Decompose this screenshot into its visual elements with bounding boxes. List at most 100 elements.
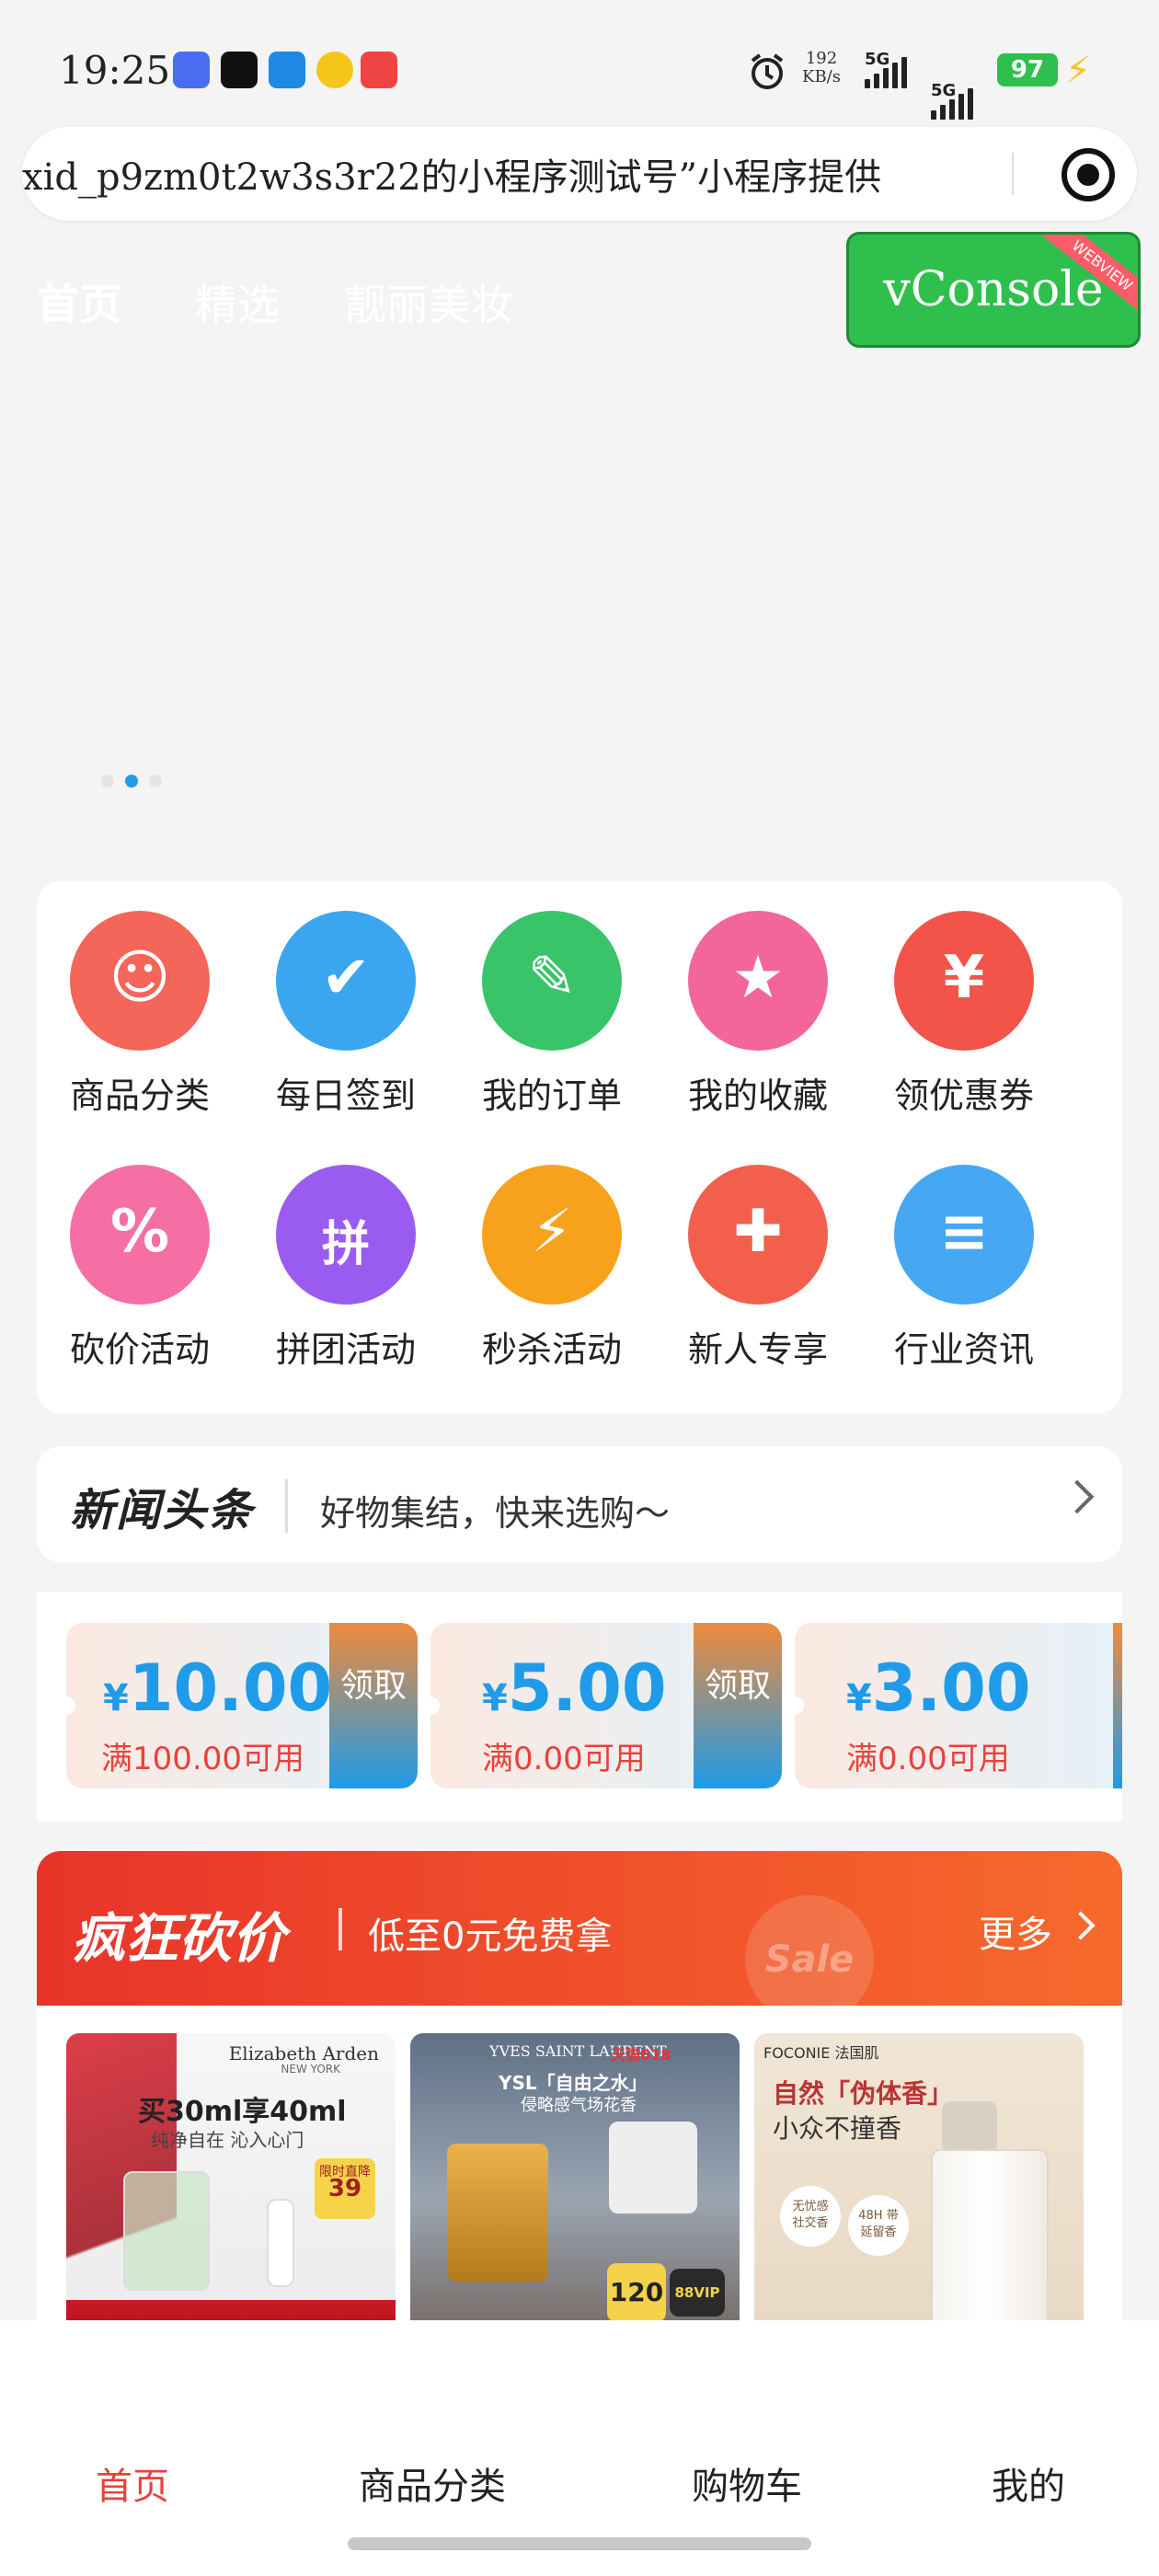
calendar-check-icon: ✔ [276, 911, 416, 1051]
yellow-app-icon [316, 52, 353, 88]
coupon-amount: ¥3.00 [846, 1650, 1031, 1726]
product-card[interactable]: Elizabeth Arden NEW YORK 买30ml享40ml 纯净自在… [66, 2033, 396, 2364]
coupon-value: 10.00 [128, 1650, 333, 1726]
product-headline: 自然「伪体香」 [773, 2078, 954, 2109]
coupon-value: 3.00 [871, 1650, 1031, 1726]
news-ticker[interactable]: 新闻头条 好物集结，快来选购〜 [37, 1446, 1122, 1562]
perfume-vial-image [267, 2199, 294, 2287]
coupon-card[interactable]: ¥5.00 满0.00可用 领取 [430, 1623, 782, 1788]
nav-glyph: ✎ [527, 944, 577, 1012]
tab-bar-category[interactable]: 商品分类 [359, 2456, 506, 2510]
product-card[interactable]: YVES SAINT LAURENT 天猫618 YSL「自由之水」 侵略感气场… [410, 2033, 740, 2364]
flash-clock-icon: ⚡ [482, 1165, 622, 1305]
coupon-notch [430, 1696, 440, 1715]
news-divider [285, 1479, 288, 1533]
nav-label: 商品分类 [69, 1075, 210, 1116]
bargain-title: 疯狂砍价 [72, 1907, 286, 1970]
claim-coupon-button[interactable]: 领取 [1113, 1623, 1122, 1788]
perfume-bottle-image [447, 2144, 548, 2282]
tab-bar-cart[interactable]: 购物车 [692, 2456, 802, 2510]
nav-glyph: ⚡ [531, 1198, 573, 1266]
tab-beauty[interactable]: 靓丽美妆 [344, 271, 513, 332]
tmall-tag: 天猫618 [611, 2046, 671, 2064]
more-link[interactable]: 更多 [979, 1904, 1052, 1958]
nav-item-orders[interactable]: ✎ 我的订单 [449, 911, 655, 1118]
nav-item-category[interactable]: ☺ 商品分类 [37, 911, 243, 1118]
coupon-card[interactable]: ¥3.00 满0.00可用 领取 [795, 1623, 1122, 1788]
vivo-icon [173, 52, 210, 88]
nav-label: 我的收藏 [687, 1075, 828, 1116]
nav-glyph: % [109, 1198, 170, 1266]
product-tagline: 纯净自在 沁入心门 [151, 2129, 304, 2151]
gift-box-image [609, 2122, 697, 2214]
coupon-amount: ¥10.00 [103, 1650, 332, 1726]
vconsole-button[interactable]: WEBVIEW vConsole [846, 232, 1141, 348]
bottle-cap-image [942, 2101, 997, 2153]
product-brand: Elizabeth Arden [228, 2042, 379, 2064]
banner-dot[interactable] [149, 775, 162, 788]
chevron-right-icon[interactable] [1066, 1911, 1096, 1940]
record-button-icon[interactable] [1061, 148, 1115, 201]
banner-pagination [101, 775, 162, 788]
order-receipt-icon: ✎ [482, 911, 622, 1051]
nav-item-favorites[interactable]: ★ 我的收藏 [655, 911, 861, 1118]
coupon-value: 5.00 [507, 1650, 667, 1726]
nav-item-groupbuy[interactable]: 拼 拼团活动 [243, 1165, 449, 1372]
charging-icon: ⚡ [1065, 50, 1092, 92]
nav-item-news[interactable]: ≡ 行业资讯 [861, 1165, 1067, 1372]
address-bar[interactable]: xid_p9zm0t2w3s3r22的小程序测试号”小程序提供 [22, 127, 1137, 221]
nav-item-coupons[interactable]: ¥ 领优惠券 [861, 911, 1067, 1118]
tab-featured[interactable]: 精选 [195, 271, 280, 332]
banner-dot-active[interactable] [125, 775, 138, 788]
bargain-divider [339, 1908, 342, 1950]
news-logo: 新闻头条 [70, 1485, 255, 1536]
sale-badge: Sale [745, 1895, 874, 2024]
vip-badge: 88VIP [670, 2269, 725, 2317]
banner-dot[interactable] [101, 775, 114, 788]
signal-icon-2: 5G [931, 81, 1159, 120]
currency-symbol: ¥ [482, 1677, 508, 1719]
product-brand-sub: NEW YORK [281, 2063, 340, 2076]
claim-coupon-button[interactable]: 领取 [329, 1623, 418, 1788]
discount-percent-icon: % [70, 1165, 210, 1305]
nav-item-newuser[interactable]: ✚ 新人专享 [655, 1165, 861, 1372]
address-divider [1012, 153, 1014, 195]
gift-box-icon: ✚ [688, 1165, 828, 1305]
nav-glyph: ✚ [733, 1198, 783, 1266]
nav-item-flashsale[interactable]: ⚡ 秒杀活动 [449, 1165, 655, 1372]
product-card[interactable]: FOCONIE 法国肌 自然「伪体香」 小众不撞香 无忧感 社交香 48H 带延… [754, 2033, 1084, 2364]
claim-coupon-button[interactable]: 领取 [694, 1623, 782, 1788]
battery-indicator: 97 [997, 53, 1058, 86]
coupon-card[interactable]: ¥10.00 满100.00可用 领取 [66, 1623, 418, 1788]
nav-label: 拼团活动 [275, 1329, 416, 1370]
nav-item-bargain[interactable]: % 砍价活动 [37, 1165, 243, 1372]
product-tagline: 侵略感气场花香 [521, 2096, 637, 2115]
product-brand: FOCONIE 法国肌 [763, 2044, 879, 2062]
coupon-yen-icon: ¥ [894, 911, 1034, 1051]
tab-home[interactable]: 首页 [37, 271, 121, 332]
feature-badge: 48H 带延留香 [848, 2195, 909, 2256]
perfume-bottle-image [931, 2149, 1049, 2333]
currency-symbol: ¥ [103, 1677, 129, 1719]
product-tagline: 小众不撞香 [773, 2113, 902, 2144]
nav-glyph: 拼 [321, 1217, 370, 1272]
tiktok-icon [221, 52, 258, 88]
alarm-icon [747, 46, 787, 98]
speed-value: 192 [805, 49, 838, 68]
nav-label: 行业资讯 [893, 1329, 1034, 1370]
group-buy-bag-icon: 拼 [276, 1165, 416, 1305]
price-tag: 限时直降 39 [315, 2158, 375, 2219]
tab-bar-profile[interactable]: 我的 [992, 2456, 1065, 2510]
price-badge: 120 [607, 2263, 666, 2322]
nav-label: 秒杀活动 [481, 1329, 622, 1370]
nav-item-checkin[interactable]: ✔ 每日签到 [243, 911, 449, 1118]
coupon-notch [795, 1696, 804, 1715]
tab-bar-home[interactable]: 首页 [96, 2456, 169, 2510]
net-type-1: 5G [865, 50, 890, 69]
product-headline: YSL「自由之水」 [499, 2072, 648, 2094]
address-text: xid_p9zm0t2w3s3r22的小程序测试号”小程序提供 [22, 156, 882, 199]
home-indicator[interactable] [348, 2537, 811, 2550]
product-headline: 买30ml享40ml [138, 2096, 347, 2128]
speed-unit: KB/s [802, 67, 841, 86]
nav-glyph: ✔ [321, 944, 371, 1012]
